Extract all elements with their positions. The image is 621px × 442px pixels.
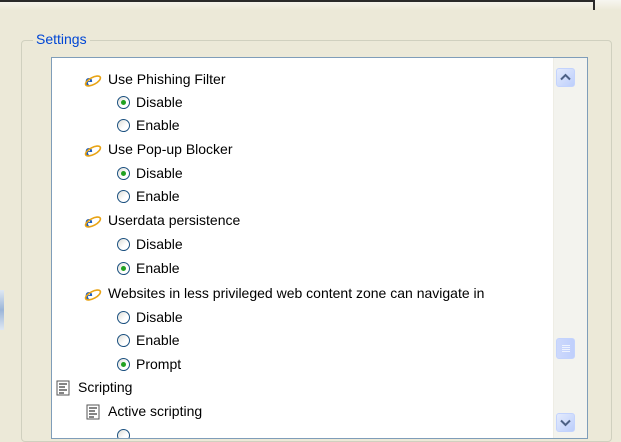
category-header: Scripting (54, 376, 132, 399)
radio-label: Prompt (136, 356, 182, 372)
radio-option[interactable]: Disable (117, 306, 183, 329)
settings-tree-list[interactable]: e Use Phishing Filter Disable Enable e U… (51, 57, 588, 439)
radio-button[interactable] (117, 262, 130, 275)
setting-header: e Websites in less privileged web conten… (84, 282, 484, 305)
setting-title: Use Phishing Filter (108, 71, 226, 87)
top-border (0, 0, 595, 2)
chevron-up-icon (560, 73, 571, 81)
chevron-down-icon (560, 419, 571, 427)
background-glare (0, 290, 4, 330)
radio-label: Enable (136, 260, 180, 276)
radio-option[interactable]: Enable (117, 257, 180, 280)
radio-option[interactable]: Prompt (117, 353, 181, 376)
radio-label: Disable (136, 236, 183, 252)
radio-label: Disable (136, 165, 183, 181)
ie-icon: e (84, 71, 102, 89)
radio-option[interactable]: Enable (117, 329, 180, 352)
setting-header: e Userdata persistence (84, 209, 240, 232)
radio-button[interactable] (117, 238, 130, 251)
radio-button[interactable] (117, 96, 130, 109)
scroll-down-button[interactable] (556, 413, 575, 432)
radio-label: Enable (136, 188, 180, 204)
radio-option[interactable]: Enable (117, 185, 180, 208)
thumb-grip (562, 351, 570, 352)
setting-title: Websites in less privileged web content … (108, 285, 485, 301)
setting-header: Active scripting (84, 400, 202, 423)
thumb-grip (562, 349, 570, 350)
radio-label: Disable (136, 94, 183, 110)
radio-label: Enable (136, 117, 180, 133)
radio-button[interactable] (117, 311, 130, 324)
radio-button[interactable] (117, 358, 130, 371)
setting-header: e Use Pop-up Blocker (84, 138, 233, 161)
setting-header: e Use Phishing Filter (84, 68, 226, 91)
thumb-grip (562, 345, 570, 346)
vertical-scrollbar[interactable] (553, 58, 587, 438)
ie-icon: e (84, 212, 102, 230)
script-icon (86, 404, 100, 419)
radio-label: Disable (136, 309, 183, 325)
script-icon (56, 380, 70, 395)
radio-button[interactable] (117, 167, 130, 180)
radio-option[interactable]: Disable (117, 91, 183, 114)
top-edge (593, 0, 595, 10)
radio-button[interactable] (117, 334, 130, 347)
thumb-grip (562, 347, 570, 348)
ie-icon: e (84, 141, 102, 159)
scroll-up-button[interactable] (556, 68, 575, 87)
setting-title: Userdata persistence (108, 212, 241, 228)
radio-button[interactable] (117, 190, 130, 203)
radio-option[interactable] (117, 424, 130, 438)
radio-option[interactable]: Disable (117, 233, 183, 256)
radio-option[interactable]: Disable (117, 162, 183, 185)
setting-title: Use Pop-up Blocker (108, 141, 233, 157)
category-title: Scripting (78, 379, 133, 395)
radio-label: Enable (136, 332, 180, 348)
radio-option[interactable]: Enable (117, 114, 180, 137)
setting-title: Active scripting (108, 403, 203, 419)
settings-group-label: Settings (33, 31, 90, 47)
radio-button[interactable] (117, 429, 130, 438)
scroll-thumb[interactable] (556, 338, 575, 359)
radio-button[interactable] (117, 119, 130, 132)
window-top-strip (0, 0, 621, 10)
ie-icon: e (84, 285, 102, 303)
